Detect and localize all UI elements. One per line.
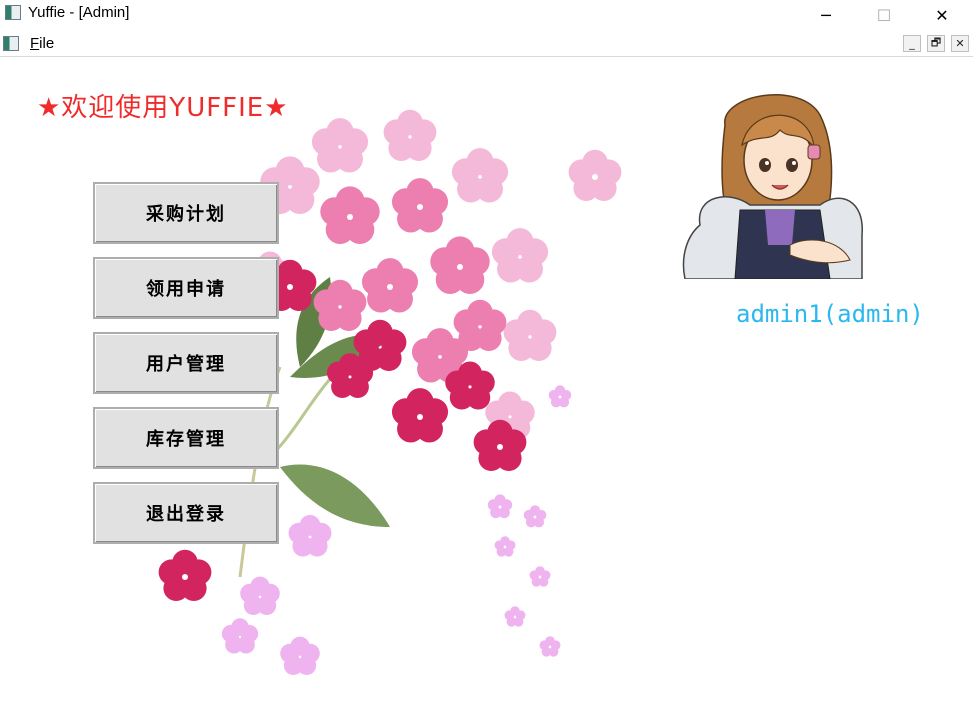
menu-file-mnemonic: F [30, 35, 40, 52]
welcome-banner: ★欢迎使用YUFFIE★ [37, 93, 289, 123]
inventory-management-button[interactable]: 库存管理 [93, 407, 279, 469]
window-title: Yuffie - [Admin] [28, 4, 130, 21]
purchase-plan-button[interactable]: 采购计划 [93, 182, 279, 244]
mdi-restore-button[interactable]: 🗗 [927, 35, 945, 52]
menu-file[interactable]: File [30, 35, 54, 52]
current-user-label: admin1(admin) [736, 300, 924, 328]
maximize-button[interactable]: ☐ [861, 0, 907, 30]
mdi-close-button[interactable]: ✕ [951, 35, 969, 52]
main-content: ★欢迎使用YUFFIE★ 采购计划 领用申请 用户管理 库存管理 退出登录 ad… [0, 57, 973, 721]
character-avatar [682, 94, 863, 279]
title-bar: Yuffie - [Admin] ─ ☐ ✕ [0, 0, 973, 30]
menu-bar: File _ 🗗 ✕ [0, 32, 973, 57]
menu-file-label: ile [39, 35, 55, 52]
user-management-button[interactable]: 用户管理 [93, 332, 279, 394]
mdi-minimize-button[interactable]: _ [903, 35, 921, 52]
requisition-button[interactable]: 领用申请 [93, 257, 279, 319]
app-window-icon [5, 5, 21, 20]
logout-button[interactable]: 退出登录 [93, 482, 279, 544]
close-button[interactable]: ✕ [919, 0, 965, 30]
minimize-button[interactable]: ─ [803, 0, 849, 30]
mdi-child-icon [3, 36, 19, 51]
